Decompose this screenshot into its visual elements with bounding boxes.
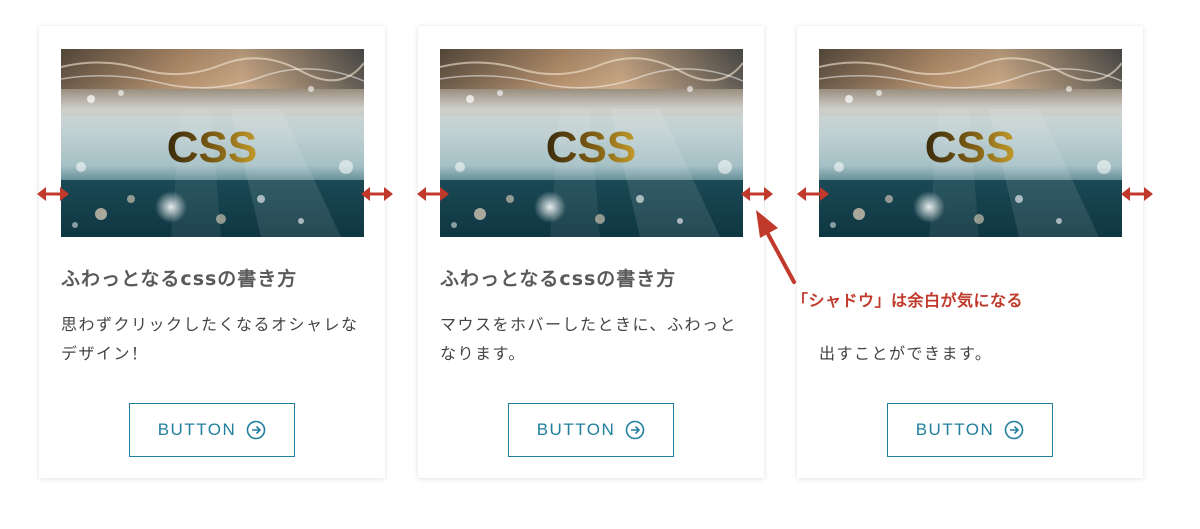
circle-arrow-right-icon <box>1004 420 1024 440</box>
double-arrow-icon <box>797 187 829 201</box>
double-arrow-icon <box>417 187 449 201</box>
card-title: ふわっとなるcssの書き方 <box>440 268 677 290</box>
card-title: ふわっとなるcssの書き方 <box>61 268 298 290</box>
card-1: CSS ふわっとなるcssの書き方 思わずクリックしたくなるオシャレなデザイン！… <box>39 26 385 478</box>
card-button[interactable]: BUTTON <box>508 403 674 457</box>
circle-arrow-right-icon <box>246 420 266 440</box>
double-arrow-icon <box>741 187 773 201</box>
card-button[interactable]: BUTTON <box>129 403 295 457</box>
circle-arrow-right-icon <box>625 420 645 440</box>
button-label: BUTTON <box>157 420 237 439</box>
card-3: CSS 出すことができます。 BUTTON <box>797 26 1143 478</box>
card-image: CSS <box>819 49 1122 237</box>
card-button[interactable]: BUTTON <box>887 403 1053 457</box>
card-2: CSS ふわっとなるcssの書き方 マウスをホバーしたときに、ふわっとなります。… <box>418 26 764 478</box>
svg-text:CSS: CSS <box>167 123 257 172</box>
card-description: マウスをホバーしたときに、ふわっとなります。 <box>440 315 738 363</box>
card-image: CSS <box>61 49 364 237</box>
card-description: 出すことができます。 <box>819 344 993 363</box>
double-arrow-icon <box>1121 187 1153 201</box>
svg-text:CSS: CSS <box>546 123 636 172</box>
double-arrow-icon <box>37 187 69 201</box>
double-arrow-icon <box>361 187 393 201</box>
annotation-callout: 「シャドウ」は余白が気になる <box>792 291 1024 310</box>
button-label: BUTTON <box>915 420 995 439</box>
pointer-arrow-icon <box>756 210 796 284</box>
button-label: BUTTON <box>536 420 616 439</box>
svg-text:CSS: CSS <box>925 123 1015 172</box>
card-image: CSS <box>440 49 743 237</box>
card-description: 思わずクリックしたくなるオシャレなデザイン！ <box>61 315 359 363</box>
